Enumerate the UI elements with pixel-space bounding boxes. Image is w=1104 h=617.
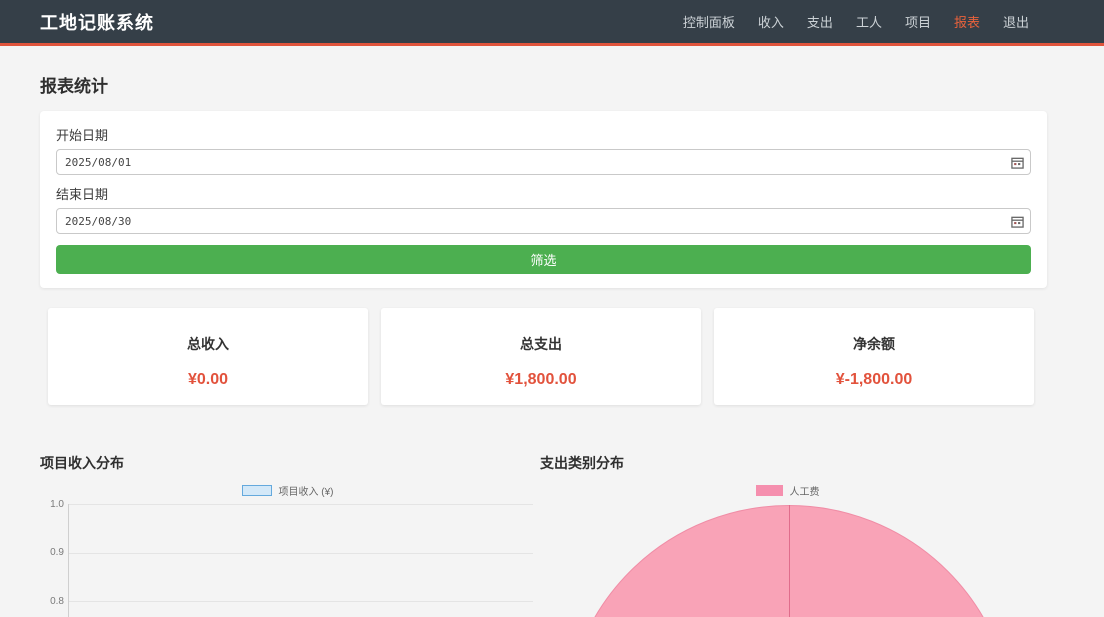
stat-label: 净余额 bbox=[853, 334, 895, 354]
start-date-wrap bbox=[56, 149, 1031, 175]
app-title: 工地记账系统 bbox=[40, 9, 154, 35]
calendar-icon[interactable] bbox=[1010, 155, 1024, 169]
stat-value: ¥-1,800.00 bbox=[836, 371, 913, 389]
stat-card-total-expense: 总支出 ¥1,800.00 bbox=[381, 308, 701, 405]
nav-item-dashboard[interactable]: 控制面板 bbox=[683, 12, 735, 31]
bar-chart-legend[interactable]: 项目收入 (¥) bbox=[40, 483, 535, 498]
nav-item-workers[interactable]: 工人 bbox=[856, 12, 882, 31]
stats-row: 总收入 ¥0.00 总支出 ¥1,800.00 净余额 ¥-1,800.00 bbox=[48, 308, 1034, 405]
charts-row: 项目收入分布 项目收入 (¥) 1.0 0.9 0.8 支出类别分布 bbox=[40, 453, 1104, 617]
start-date-label: 开始日期 bbox=[56, 125, 1031, 144]
nav-item-projects[interactable]: 项目 bbox=[905, 12, 931, 31]
nav-item-expense[interactable]: 支出 bbox=[807, 12, 833, 31]
pie-chart-section: 支出类别分布 人工费 bbox=[540, 453, 1035, 617]
stat-value: ¥0.00 bbox=[188, 371, 228, 389]
main-nav: 控制面板 收入 支出 工人 项目 报表 退出 bbox=[683, 12, 1029, 31]
stat-label: 总支出 bbox=[520, 334, 562, 354]
y-axis-line bbox=[68, 504, 69, 617]
navbar: 工地记账系统 控制面板 收入 支出 工人 项目 报表 退出 bbox=[0, 0, 1104, 46]
gridline bbox=[68, 553, 533, 554]
start-date-input[interactable] bbox=[56, 149, 1031, 175]
page: 工地记账系统 控制面板 收入 支出 工人 项目 报表 退出 报表统计 开始日期 bbox=[0, 0, 1104, 617]
filter-button[interactable]: 筛选 bbox=[56, 245, 1031, 274]
pie-chart: 人工费 bbox=[540, 477, 1035, 617]
gridline bbox=[68, 601, 533, 602]
pie-chart-legend[interactable]: 人工费 bbox=[540, 483, 1035, 498]
bar-legend-swatch bbox=[242, 485, 272, 496]
y-tick: 0.8 bbox=[40, 596, 64, 607]
y-tick: 0.9 bbox=[40, 547, 64, 558]
pie-legend-label: 人工费 bbox=[790, 483, 820, 498]
bar-legend-label: 项目收入 (¥) bbox=[279, 483, 334, 498]
gridline bbox=[68, 504, 533, 505]
filter-card: 开始日期 结束日期 bbox=[40, 111, 1047, 288]
end-date-wrap bbox=[56, 208, 1031, 234]
stat-label: 总收入 bbox=[187, 334, 229, 354]
end-date-label: 结束日期 bbox=[56, 184, 1031, 203]
bar-chart-title: 项目收入分布 bbox=[40, 453, 535, 473]
end-date-input[interactable] bbox=[56, 208, 1031, 234]
stat-value: ¥1,800.00 bbox=[505, 371, 576, 389]
pie-legend-swatch bbox=[756, 485, 783, 496]
stat-card-total-income: 总收入 ¥0.00 bbox=[48, 308, 368, 405]
nav-item-logout[interactable]: 退出 bbox=[1003, 12, 1029, 31]
page-title: 报表统计 bbox=[40, 72, 1104, 97]
pie-chart-title: 支出类别分布 bbox=[540, 453, 1035, 473]
stat-card-net-balance: 净余额 ¥-1,800.00 bbox=[714, 308, 1034, 405]
pie-slice-border bbox=[789, 505, 790, 617]
bar-chart: 项目收入 (¥) 1.0 0.9 0.8 bbox=[40, 477, 535, 617]
y-tick: 1.0 bbox=[40, 499, 64, 510]
nav-item-income[interactable]: 收入 bbox=[758, 12, 784, 31]
calendar-icon[interactable] bbox=[1010, 214, 1024, 228]
nav-item-reports[interactable]: 报表 bbox=[954, 12, 980, 31]
bar-chart-section: 项目收入分布 项目收入 (¥) 1.0 0.9 0.8 bbox=[40, 453, 535, 617]
